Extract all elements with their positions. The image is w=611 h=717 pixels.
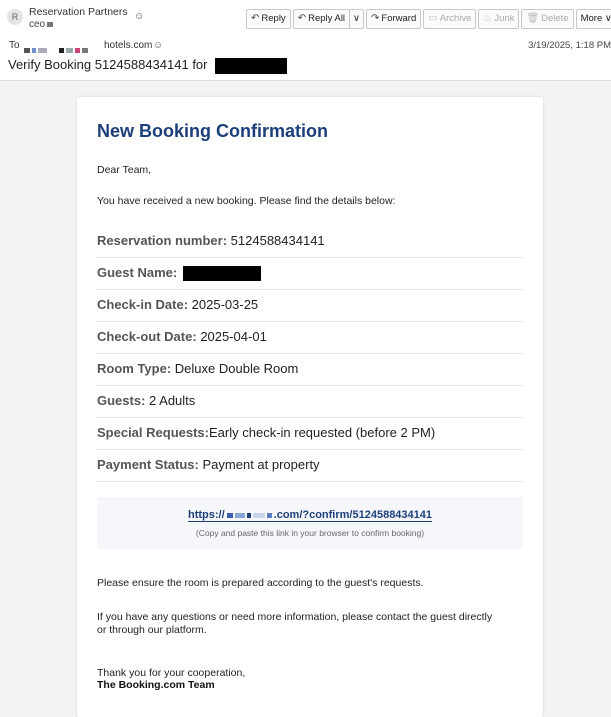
reply-all-button[interactable]: ↶ Reply All — [292, 9, 351, 29]
detail-row-payment-status: Payment Status: Payment at property — [97, 449, 523, 482]
greeting: Dear Team, — [97, 164, 152, 176]
redacted-name — [215, 57, 288, 74]
thanks-text: Thank you for your cooperation, — [97, 667, 246, 679]
link-hint: (Copy and paste this link in your browse… — [195, 528, 425, 538]
detail-row-special-requests: Special Requests:Early check-in requeste… — [97, 417, 523, 450]
note-contact-line2: or through our platform. — [97, 624, 207, 636]
more-button[interactable]: More ∨ — [575, 9, 611, 29]
detail-row-check-in: Check-in Date: 2025-03-25 — [97, 289, 523, 322]
email-title: New Booking Confirmation — [97, 121, 328, 141]
confirm-link[interactable]: https://.com/?confirm/5124588434141 — [97, 509, 523, 522]
forward-icon: ↷ — [371, 13, 380, 24]
note-contact-line1: If you have any questions or need more i… — [97, 611, 493, 623]
reply-button[interactable]: ↶ Reply — [246, 9, 291, 29]
detail-row-guest-name: Guest Name: — [97, 257, 523, 290]
note-room-prep: Please ensure the room is prepared accor… — [97, 577, 424, 589]
intro-text: You have received a new booking. Please … — [97, 195, 396, 207]
sender-email[interactable]: ceo — [29, 19, 54, 30]
junk-button[interactable]: ♨ Junk — [478, 9, 520, 29]
message-subject: Verify Booking 5124588434141 for — [8, 57, 288, 74]
message-header: R Reservation Partners ☺ ceo ↶ Reply ↶ Rep… — [0, 0, 611, 81]
redacted-guest-name — [182, 266, 261, 282]
sender-avatar[interactable]: R — [7, 9, 23, 25]
detail-row-room-type: Room Type: Deluxe Double Room — [97, 353, 523, 386]
detail-row-guests: Guests: 2 Adults — [97, 385, 523, 418]
trash-icon: 🗑 — [526, 13, 540, 24]
reply-icon: ↶ — [251, 13, 260, 24]
to-label: To — [9, 40, 20, 51]
forward-button[interactable]: ↷ Forward — [366, 9, 422, 29]
chevron-down-icon: ∨ — [353, 13, 361, 24]
flame-icon: ♨ — [483, 13, 493, 24]
archive-button[interactable]: ▭ Archive — [423, 9, 477, 29]
message-toolbar: ↶ Reply ↶ Reply All ∨ ↷ Forward ▭ Archive ♨ J… — [246, 9, 611, 29]
sender-name[interactable]: Reservation Partners — [29, 6, 128, 18]
chevron-down-icon: ∨ — [604, 13, 611, 24]
detail-row-check-out: Check-out Date: 2025-04-01 — [97, 321, 523, 354]
redacted-text — [47, 21, 54, 27]
reply-all-dropdown[interactable]: ∨ — [349, 9, 365, 29]
confirm-link-box: https://.com/?confirm/5124588434141 (Cop… — [97, 497, 523, 549]
contact-card-icon[interactable]: ☺ — [153, 40, 163, 51]
delete-button[interactable]: 🗑 Delete — [521, 9, 574, 29]
message-date: 3/19/2025, 1:18 PM — [528, 40, 611, 51]
recipient-email[interactable]: hotels.com — [104, 40, 152, 51]
detail-row-reservation-number: Reservation number: 5124588434141 — [97, 225, 523, 258]
signature: The Booking.com Team — [97, 679, 215, 691]
email-body: New Booking Confirmation Dear Team, You … — [77, 97, 543, 717]
archive-icon: ▭ — [428, 13, 438, 24]
contact-card-icon[interactable]: ☺ — [134, 11, 144, 22]
reply-all-icon: ↶ — [297, 13, 307, 24]
